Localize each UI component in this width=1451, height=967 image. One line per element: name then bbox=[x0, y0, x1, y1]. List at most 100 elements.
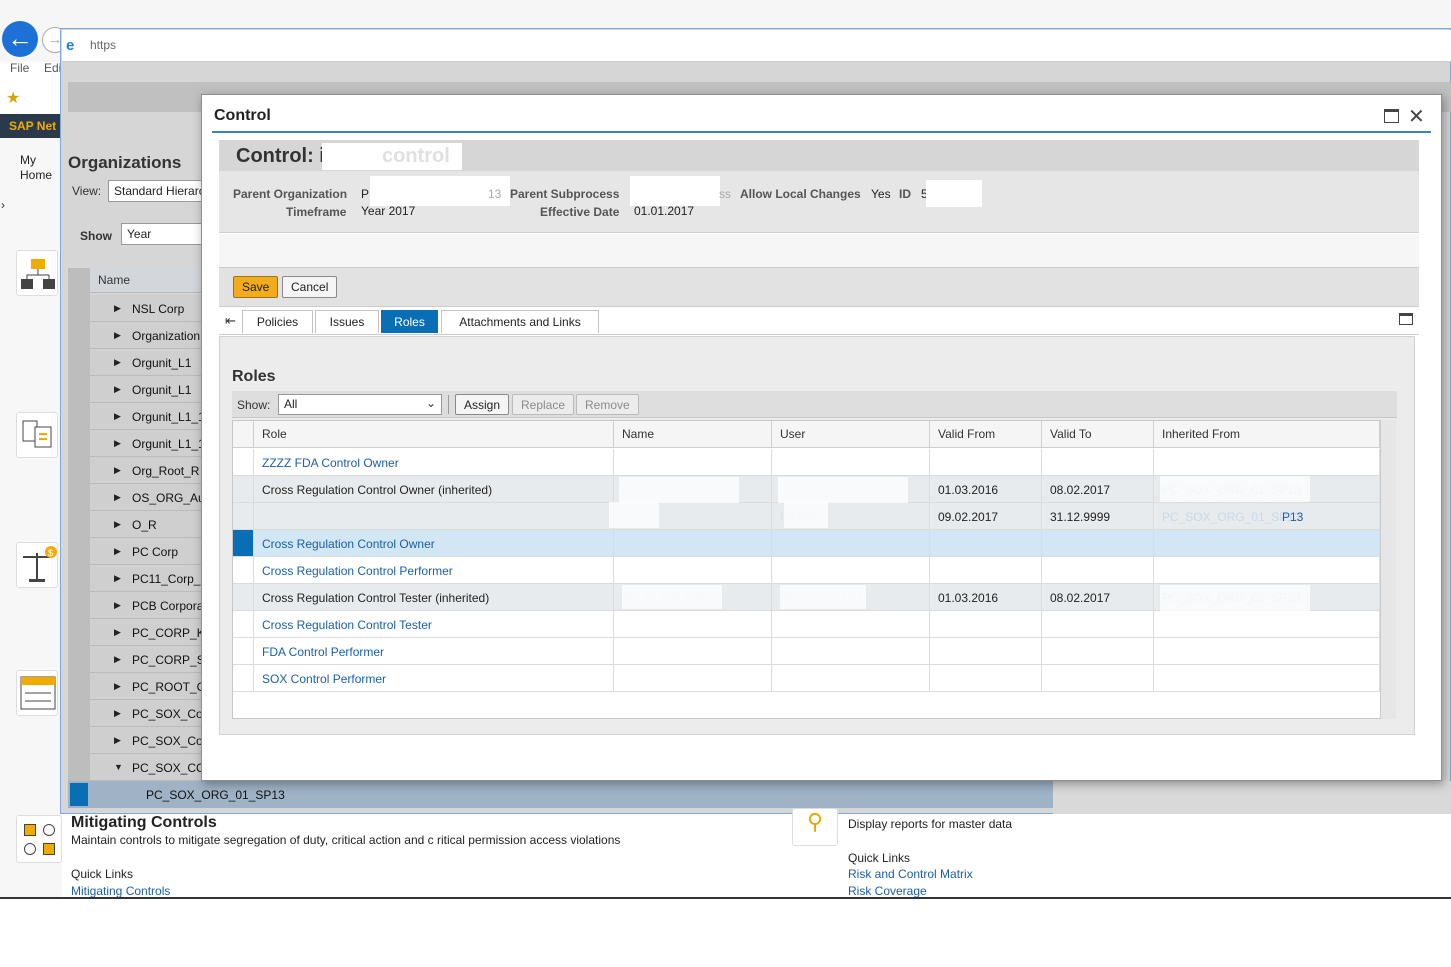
cell-role[interactable]: Cross Regulation Control Performer bbox=[254, 557, 614, 583]
tree-column-header[interactable]: Name bbox=[90, 268, 205, 293]
tree-row[interactable]: ▶ Organization bbox=[90, 322, 205, 349]
cell-role[interactable]: SOX Control Performer bbox=[254, 665, 614, 691]
replace-button[interactable]: Replace bbox=[512, 394, 575, 415]
row-selector[interactable] bbox=[233, 611, 254, 637]
tree-row[interactable]: ▶ PC_SOX_Co bbox=[90, 700, 205, 727]
expand-right-icon[interactable]: ▶ bbox=[114, 411, 121, 422]
tree-row[interactable]: ▶ PCB Corpora bbox=[90, 592, 205, 619]
row-selector[interactable] bbox=[233, 638, 254, 664]
tab-roles[interactable]: Roles bbox=[381, 310, 438, 333]
col-header-user[interactable]: User bbox=[772, 421, 930, 448]
col-header-role[interactable]: Role bbox=[254, 421, 614, 448]
mitigating-controls-link[interactable]: Mitigating Controls bbox=[71, 884, 170, 898]
cell-role[interactable]: Cross Regulation Control Owner bbox=[254, 530, 614, 556]
back-arrow-icon[interactable]: ← bbox=[2, 21, 38, 57]
cell-role[interactable]: FDA Control Performer bbox=[254, 638, 614, 664]
roles-show-select[interactable]: All ⌄ bbox=[278, 394, 442, 415]
tree-row[interactable]: ▶ Orgunit_L1_1 bbox=[90, 430, 205, 457]
risk-control-matrix-link[interactable]: Risk and Control Matrix bbox=[848, 867, 973, 881]
expand-right-icon[interactable]: ▶ bbox=[114, 708, 121, 719]
tree-row[interactable]: ▶ Orgunit_L1_1 bbox=[90, 403, 205, 430]
cell-role[interactable]: ZZZZ FDA Control Owner bbox=[254, 449, 614, 475]
assign-button[interactable]: Assign bbox=[455, 394, 510, 415]
expand-right-icon[interactable]: ▶ bbox=[114, 681, 121, 692]
table-row[interactable]: Cross Regulation Control Performer bbox=[233, 557, 1380, 584]
tree-row-selector[interactable] bbox=[70, 783, 88, 806]
tree-row[interactable]: ▶ PC_SOX_Co bbox=[90, 727, 205, 754]
tab-attachments[interactable]: Attachments and Links bbox=[441, 310, 599, 333]
table-row[interactable]: Cross Regulation Control Owner bbox=[233, 530, 1380, 557]
expand-right-icon[interactable]: ▶ bbox=[114, 600, 121, 611]
menu-file[interactable]: File bbox=[10, 61, 29, 75]
table-row[interactable]: FDA Control Performer bbox=[233, 638, 1380, 665]
remove-button[interactable]: Remove bbox=[576, 394, 639, 415]
tree-row[interactable]: ▶ Orgunit_L1 bbox=[90, 349, 205, 376]
tree-row[interactable]: ▼ PC_SOX_CC bbox=[90, 754, 205, 781]
tree-row[interactable]: ▶ NSL Corp bbox=[90, 295, 205, 322]
documents-icon[interactable] bbox=[16, 412, 58, 458]
tree-row[interactable]: ▶ Org_Root_R bbox=[90, 457, 205, 484]
reports-search-icon[interactable]: ⚲ bbox=[792, 808, 838, 846]
tree-row[interactable]: ▶ O_R bbox=[90, 511, 205, 538]
tree-row[interactable]: ▶ PC_ROOT_C bbox=[90, 673, 205, 700]
expand-right-icon[interactable]: ▶ bbox=[114, 384, 121, 395]
tree-row[interactable]: ▶ Orgunit_L1 bbox=[90, 376, 205, 403]
col-header-inherited-from[interactable]: Inherited From bbox=[1154, 421, 1380, 448]
tree-row[interactable]: ▶ PC11_Corp_ bbox=[90, 565, 205, 592]
address-bar[interactable] bbox=[62, 30, 1451, 62]
row-selector[interactable] bbox=[233, 530, 254, 556]
row-selector[interactable] bbox=[233, 584, 254, 610]
col-header-valid-from[interactable]: Valid From bbox=[930, 421, 1042, 448]
tree-row[interactable]: ▶ OS_ORG_Au bbox=[90, 484, 205, 511]
tab-issues[interactable]: Issues bbox=[315, 310, 379, 333]
expand-right-icon[interactable]: ▶ bbox=[114, 330, 121, 341]
expand-right-icon[interactable]: ▶ bbox=[114, 519, 121, 530]
row-selector[interactable] bbox=[233, 557, 254, 583]
balance-scale-icon[interactable]: $ bbox=[16, 542, 58, 588]
row-selector[interactable] bbox=[233, 449, 254, 475]
inherited-from-visible-tail[interactable]: P13 bbox=[1282, 510, 1303, 524]
table-row[interactable]: ZZZZ FDA Control Owner bbox=[233, 449, 1380, 476]
menu-edit[interactable]: Edi bbox=[44, 61, 61, 75]
expand-right-icon[interactable]: ▶ bbox=[114, 438, 121, 449]
tab-overflow-icon[interactable] bbox=[1399, 313, 1413, 325]
close-icon[interactable]: ✕ bbox=[1408, 104, 1425, 129]
expand-right-icon[interactable]: ▶ bbox=[114, 492, 121, 503]
table-row[interactable]: Cross Regulation Control Tester bbox=[233, 611, 1380, 638]
address-text[interactable]: https bbox=[90, 38, 116, 52]
table-row[interactable]: SOX Control Performer bbox=[233, 665, 1380, 692]
org-hierarchy-icon[interactable] bbox=[16, 250, 58, 296]
expand-right-icon[interactable]: ▶ bbox=[114, 546, 121, 557]
col-header-name[interactable]: Name bbox=[614, 421, 772, 448]
expand-right-icon[interactable]: ▶ bbox=[114, 303, 121, 314]
parent-org-value[interactable]: P bbox=[361, 187, 369, 201]
tab-policies[interactable]: Policies bbox=[242, 310, 313, 333]
cancel-button[interactable]: Cancel bbox=[282, 276, 338, 298]
row-selector[interactable] bbox=[233, 503, 254, 529]
expand-right-icon[interactable]: ▶ bbox=[114, 735, 121, 746]
calendar-icon[interactable] bbox=[16, 670, 58, 716]
tab-scroll-first-icon[interactable]: ⇤ bbox=[225, 313, 236, 329]
expand-right-icon[interactable]: ▶ bbox=[114, 357, 121, 368]
mitigating-controls-icon[interactable] bbox=[16, 815, 62, 863]
row-selector[interactable] bbox=[233, 476, 254, 502]
save-button[interactable]: Save bbox=[233, 276, 279, 298]
tree-row[interactable]: ▶ PC_CORP_K bbox=[90, 619, 205, 646]
expand-down-icon[interactable]: ▼ bbox=[114, 762, 123, 772]
favorites-star-icon[interactable]: ★ bbox=[6, 88, 20, 108]
tree-row[interactable]: ▶ PC_CORP_S bbox=[90, 646, 205, 673]
col-header-valid-to[interactable]: Valid To bbox=[1042, 421, 1154, 448]
expand-right-icon[interactable]: ▶ bbox=[114, 465, 121, 476]
view-select[interactable]: Standard Hierarc bbox=[108, 180, 208, 202]
tree-row[interactable]: ▶ PC Corp bbox=[90, 538, 205, 565]
select-all-header[interactable] bbox=[233, 421, 254, 448]
cell-role[interactable]: Cross Regulation Control Tester bbox=[254, 611, 614, 637]
chevron-right-icon[interactable]: › bbox=[1, 198, 5, 212]
show-select[interactable]: Year bbox=[121, 223, 211, 245]
maximize-icon[interactable] bbox=[1384, 109, 1399, 123]
expand-right-icon[interactable]: ▶ bbox=[114, 627, 121, 638]
expand-right-icon[interactable]: ▶ bbox=[114, 654, 121, 665]
expand-right-icon[interactable]: ▶ bbox=[114, 573, 121, 584]
my-home-link[interactable]: My Home bbox=[20, 153, 60, 183]
risk-coverage-link[interactable]: Risk Coverage bbox=[848, 884, 927, 898]
